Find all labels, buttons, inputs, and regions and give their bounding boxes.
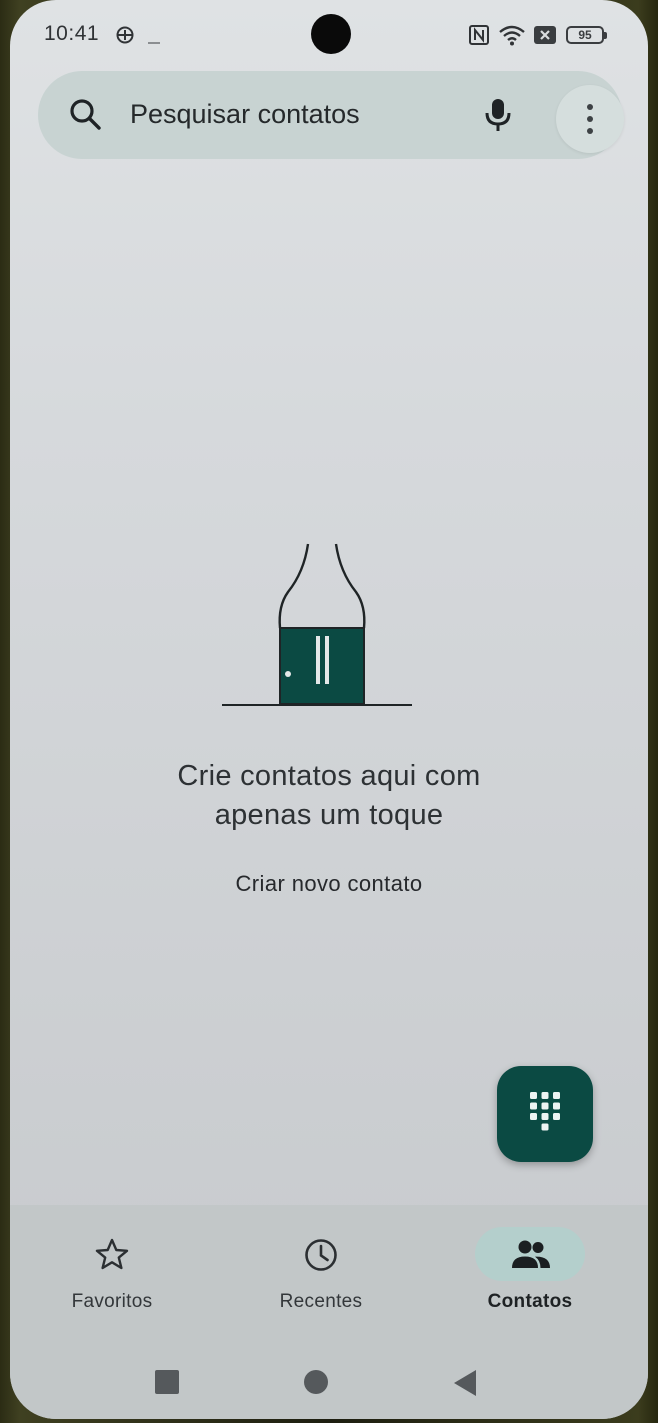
status-time: 10:41 xyxy=(44,22,100,45)
search-icon[interactable] xyxy=(66,95,106,140)
star-icon xyxy=(95,1238,129,1270)
search-bar[interactable]: Pesquisar contatos xyxy=(38,71,624,159)
create-new-contact-button[interactable]: Criar novo contato xyxy=(10,871,648,897)
dialpad-fab[interactable] xyxy=(497,1066,593,1162)
home-circle-icon[interactable] xyxy=(303,1369,329,1400)
battery-icon: 95 xyxy=(566,26,607,44)
nav-icon-container xyxy=(266,1227,376,1281)
nav-label-favoritos: Favoritos xyxy=(71,1291,153,1312)
search-input[interactable]: Pesquisar contatos xyxy=(130,99,360,130)
dialpad-icon xyxy=(530,1092,560,1131)
nav-icon-container-active xyxy=(475,1227,585,1281)
empty-state-title-line-1: Crie contatos aqui com xyxy=(177,760,481,792)
nav-label-recentes: Recentes xyxy=(279,1291,363,1312)
more-vert-icon xyxy=(587,104,593,134)
clock-icon xyxy=(305,1239,337,1271)
people-icon xyxy=(512,1240,550,1268)
vpn-icon xyxy=(114,24,136,51)
front-camera xyxy=(311,14,351,54)
bottom-navigation: Favoritos Recentes Contatos xyxy=(10,1205,648,1345)
system-navigation-bar xyxy=(10,1345,648,1419)
sim-blocked-icon xyxy=(534,26,556,49)
minus-icon xyxy=(148,32,160,50)
nfc-icon xyxy=(468,24,490,51)
door-illustration xyxy=(218,540,418,717)
mic-icon[interactable] xyxy=(478,95,518,140)
nav-icon-container xyxy=(57,1227,167,1281)
empty-state-title: Crie contatos aqui com apenas um toque xyxy=(10,757,648,835)
nav-item-recentes[interactable]: Recentes xyxy=(231,1205,411,1325)
nav-label-contatos: Contatos xyxy=(487,1291,573,1312)
recents-square-icon[interactable] xyxy=(154,1369,180,1400)
nav-item-contatos[interactable]: Contatos xyxy=(440,1205,620,1325)
empty-state-title-line-2: apenas um toque xyxy=(214,799,444,831)
phone-screen: 10:41 95 Pesquisar contatos Crie contato… xyxy=(10,0,648,1419)
back-triangle-icon[interactable] xyxy=(452,1369,478,1402)
more-options-button[interactable] xyxy=(556,85,624,153)
wifi-icon xyxy=(498,24,526,51)
status-bar: 10:41 95 xyxy=(10,14,648,54)
nav-item-favoritos[interactable]: Favoritos xyxy=(22,1205,202,1325)
